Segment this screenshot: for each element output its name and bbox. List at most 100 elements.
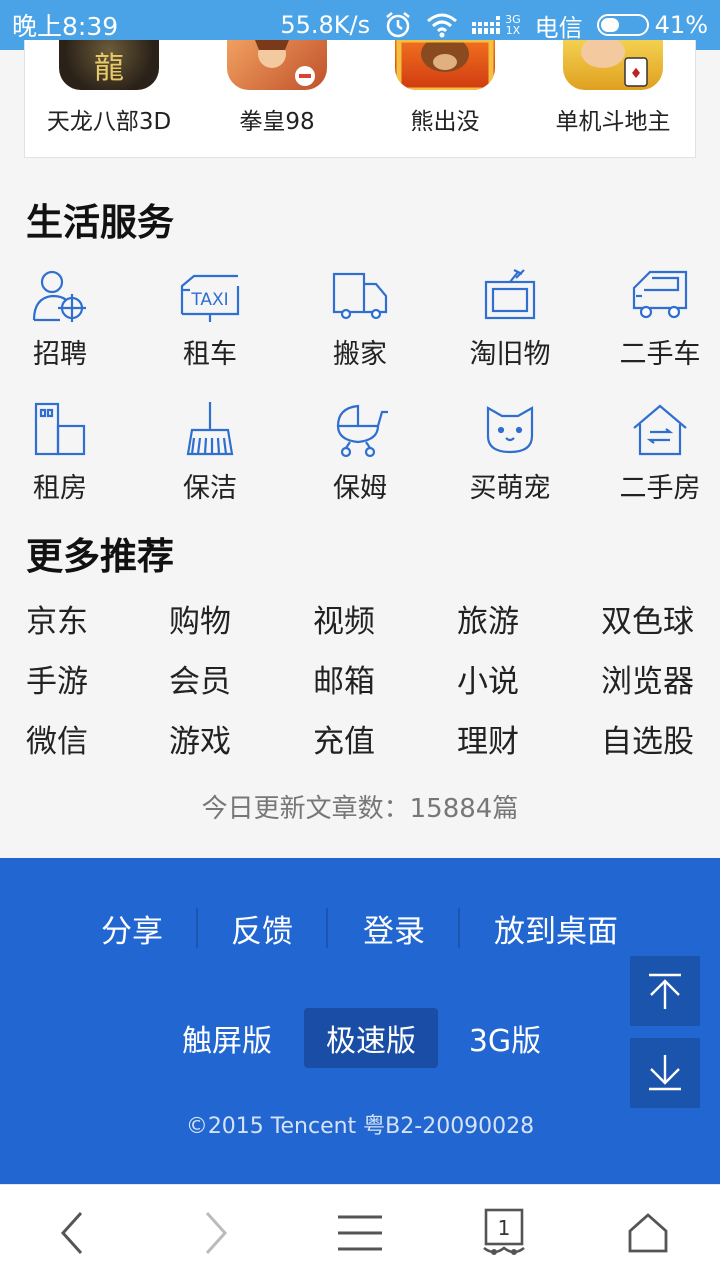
service-label: 招聘 [33,339,87,370]
game-item[interactable]: 拳皇98 [193,40,361,158]
footer-divider [196,908,198,948]
svg-text:♦: ♦ [630,66,643,82]
service-recruit[interactable]: 招聘 [0,268,120,378]
network-type-bottom: 1X [505,24,521,37]
service-used-house[interactable]: 二手房 [600,402,720,512]
car-icon [632,270,688,319]
service-label: 淘旧物 [469,339,551,370]
tabs-button[interactable]: 1 [432,1185,576,1280]
game-kof98-icon [227,40,327,90]
service-used-car[interactable]: 二手车 [600,268,720,378]
footer: 分享 反馈 登录 放到桌面 触屏版 极速版 3G版 ©2015 Tencent … [0,858,720,1184]
service-nanny[interactable]: 保姆 [300,402,420,512]
service-cleaning[interactable]: 保洁 [150,402,270,512]
games-card: 龍 天龙八部3D 拳皇98 熊出没 ♦ 单机斗地主 [24,40,696,158]
arrow-up-icon [649,973,681,1009]
building-icon [34,402,86,456]
service-moving[interactable]: 搬家 [300,268,420,378]
share-link[interactable]: 分享 [100,906,164,951]
link-stocks[interactable]: 自选股 [601,716,694,761]
scroll-top-button[interactable] [630,956,700,1026]
touch-version-link[interactable]: 触屏版 [172,1008,282,1068]
speed-version-link[interactable]: 极速版 [304,1008,438,1068]
status-time: 晚上8:39 [12,12,119,41]
tv-icon [484,269,536,320]
arrow-down-icon [649,1055,681,1091]
link-lottery[interactable]: 双色球 [601,596,694,641]
cat-icon [486,406,534,454]
game-name: 天龙八部3D [46,109,172,135]
broom-icon [186,402,234,456]
feedback-link[interactable]: 反馈 [230,906,294,951]
service-label: 搬家 [333,339,387,370]
battery-indicator: 41% [596,11,708,39]
game-item[interactable]: 龍 天龙八部3D [25,40,193,158]
bottom-nav: 1 [0,1184,720,1280]
link-membership[interactable]: 会员 [169,656,231,701]
add-to-desktop-link[interactable]: 放到桌面 [492,906,620,951]
footer-divider [458,908,460,948]
recruit-icon [32,270,86,322]
home-button[interactable] [576,1185,720,1280]
link-finance[interactable]: 理财 [457,716,519,761]
copyright: ©2015 Tencent 粤B2-20090028 [185,1114,535,1139]
more-recommend-title: 更多推荐 [26,535,174,578]
tab-count: 1 [497,1216,511,1240]
link-travel[interactable]: 旅游 [457,596,519,641]
game-name: 熊出没 [410,109,480,135]
game-item[interactable]: 熊出没 [361,40,529,158]
forward-button[interactable] [144,1185,288,1280]
service-rent-house[interactable]: 租房 [0,402,120,512]
life-services-title: 生活服务 [26,201,174,244]
game-boonie-bears-icon [395,40,495,90]
link-mobile-games[interactable]: 手游 [26,656,88,701]
link-wechat[interactable]: 微信 [26,716,88,761]
game-name: 单机斗地主 [555,109,671,135]
service-pets[interactable]: 买萌宠 [450,402,570,512]
taxi-icon: TAXI [180,274,240,322]
wifi-icon [426,12,458,38]
link-mail[interactable]: 邮箱 [313,656,375,701]
link-browser[interactable]: 浏览器 [601,656,694,701]
signal-icon: 3G 1X [472,14,521,36]
carrier-name: 电信 [534,13,583,42]
chevron-left-icon [60,1211,83,1255]
back-button[interactable] [0,1185,144,1280]
scroll-bottom-button[interactable] [630,1038,700,1108]
login-link[interactable]: 登录 [362,906,426,951]
link-jd[interactable]: 京东 [26,596,88,641]
home-icon [628,1213,668,1253]
service-label: 二手房 [619,473,701,504]
menu-button[interactable] [288,1185,432,1280]
game-tianlong-icon: 龍 [59,40,159,90]
chevron-right-icon [205,1211,228,1255]
link-video[interactable]: 视频 [313,596,375,641]
update-count: 今日更新文章数：15884篇 [201,794,519,824]
link-recharge[interactable]: 充值 [313,716,375,761]
service-second-hand[interactable]: 淘旧物 [450,268,570,378]
service-label: 买萌宠 [469,473,551,504]
link-novel[interactable]: 小说 [457,656,519,701]
link-games[interactable]: 游戏 [169,716,231,761]
service-label: 保姆 [333,473,387,504]
battery-percent: 41% [654,11,708,39]
game-item[interactable]: ♦ 单机斗地主 [529,40,697,158]
truck-icon [332,272,388,320]
house-icon [633,404,687,456]
svg-text:龍: 龍 [94,51,124,86]
footer-divider [326,908,328,948]
menu-icon [338,1215,382,1251]
game-name: 拳皇98 [239,109,315,135]
stroller-icon [336,404,388,458]
battery-icon [596,14,649,36]
3g-version-link[interactable]: 3G版 [460,1008,550,1068]
game-doudizhu-icon: ♦ [563,40,663,90]
link-shopping[interactable]: 购物 [169,596,231,641]
alarm-icon [384,11,412,39]
network-speed: 55.8K/s [280,11,371,39]
service-rent-car[interactable]: TAXI 租车 [150,268,270,378]
service-label: 租车 [183,339,237,370]
service-label: 保洁 [183,473,237,504]
service-label: 二手车 [619,339,701,370]
service-label: 租房 [33,473,87,504]
